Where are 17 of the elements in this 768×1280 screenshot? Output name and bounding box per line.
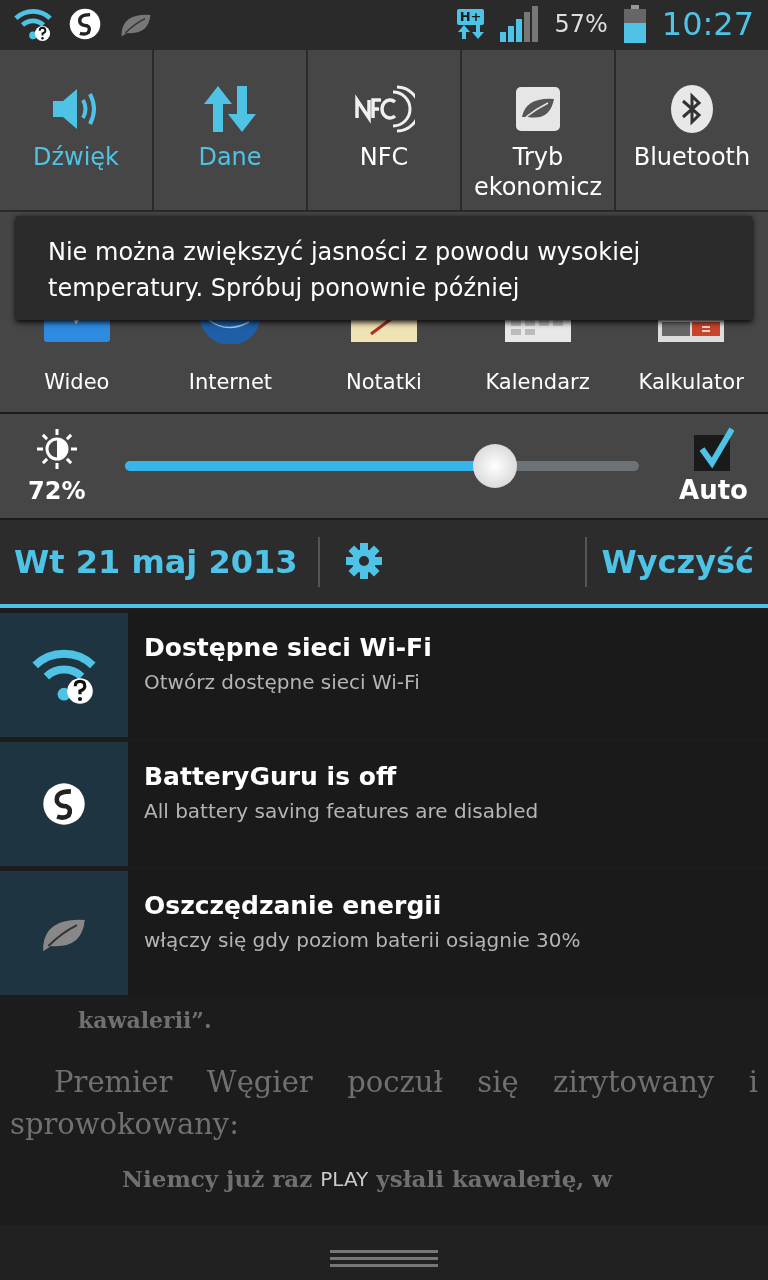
notification-title: Dostępne sieci Wi-Fi — [144, 633, 432, 662]
article-paragraph: Premier Węgier poczuł się zirytowany i sprowokowany: — [10, 1064, 758, 1143]
quote-text: ysłali kawalerię, w — [376, 1165, 613, 1192]
network-type: H+ — [456, 9, 485, 25]
auto-label: Auto — [679, 475, 748, 505]
notification-text: Otwórz dostępne sieci Wi-Fi — [144, 670, 421, 694]
notification-text: All battery saving features are disabled — [144, 799, 539, 823]
notification-title: Oszczędzanie energii — [144, 891, 443, 920]
clock: 10:27 — [661, 5, 754, 43]
article-text: kawalerii”. — [77, 1007, 213, 1033]
notification-text: włączy się gdy poziom baterii osiągnie 30% — [144, 928, 581, 952]
battery-percent: 57% — [554, 10, 608, 38]
quote-text: Niemcy już raz — [122, 1165, 313, 1192]
date-text: Wt 21 maj 2013 — [14, 543, 299, 581]
brightness-toast: Nie można zwiększyć jasności z powodu wysokiej temperatury. Spróbuj ponownie później — [16, 216, 752, 320]
notification-title: BatteryGuru is off — [144, 762, 398, 791]
brightness-value: 72% — [28, 477, 86, 505]
